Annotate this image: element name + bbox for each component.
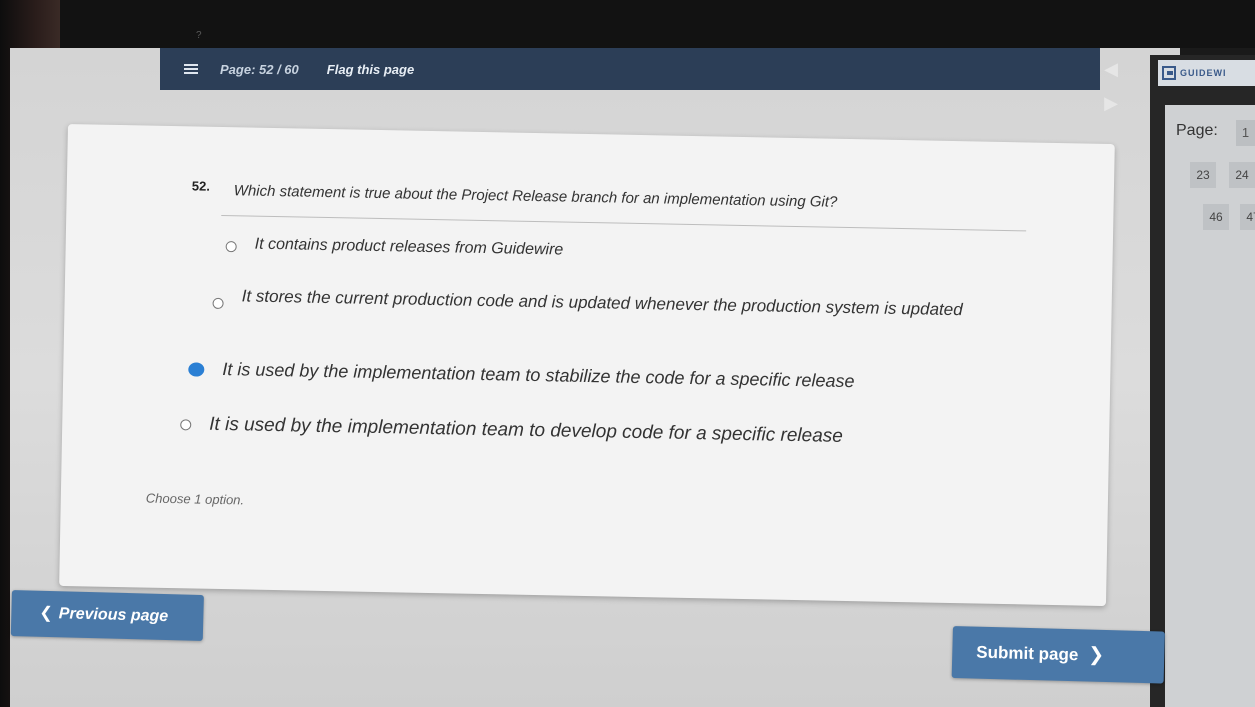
chevron-right-icon: ❯ — [1088, 644, 1105, 666]
option-label: It contains product releases from Guidew… — [254, 235, 564, 259]
submit-page-label: Submit page — [976, 642, 1079, 665]
answer-option[interactable]: It contains product releases from Guidew… — [225, 235, 1026, 268]
previous-page-button[interactable]: ❮ Previous page — [10, 590, 204, 642]
answer-option[interactable]: It is used by the implementation team to… — [180, 413, 1040, 452]
choose-hint: Choose 1 option. — [145, 490, 245, 508]
page-button[interactable]: 23 — [1190, 162, 1216, 188]
brand-logo: GUIDEWI — [1158, 60, 1255, 86]
flag-page-link[interactable]: Flag this page — [327, 62, 414, 77]
radio-button-selected[interactable] — [188, 362, 205, 377]
bezel-mark: ? — [196, 30, 202, 41]
question-number: 52. — [191, 178, 211, 194]
radio-button[interactable] — [225, 241, 237, 253]
option-label: It stores the current production code an… — [241, 286, 963, 320]
submit-page-button[interactable]: Submit page ❯ — [951, 626, 1165, 684]
page-indicator: Page: 52 / 60 — [220, 61, 299, 77]
navigator-page-input[interactable]: 1 — [1236, 120, 1255, 146]
page-button[interactable]: 46 — [1203, 204, 1229, 230]
radio-button[interactable] — [180, 419, 192, 431]
option-label: It is used by the implementation team to… — [209, 413, 844, 447]
collapse-sidebar-icon[interactable]: ◀ — [1100, 58, 1122, 80]
expand-sidebar-icon[interactable]: ▶ — [1100, 92, 1122, 114]
device-bezel-top — [0, 0, 1255, 48]
guidewire-logo-icon — [1162, 66, 1176, 80]
question-card: 52. Which statement is true about the Pr… — [59, 124, 1115, 607]
brand-name: GUIDEWI — [1180, 68, 1227, 78]
radio-button[interactable] — [212, 297, 224, 310]
answer-option[interactable]: It is used by the implementation team to… — [188, 358, 1048, 396]
chevron-left-icon: ❮ — [39, 604, 54, 623]
page-button[interactable]: 47 — [1240, 204, 1255, 230]
page-navigator-panel — [1165, 105, 1255, 707]
page-button[interactable]: 24 — [1229, 162, 1255, 188]
previous-page-label: Previous page — [58, 605, 169, 626]
answer-option[interactable]: It stores the current production code an… — [212, 282, 992, 325]
menu-icon[interactable] — [184, 63, 198, 75]
exam-topbar: Page: 52 / 60 Flag this page — [160, 48, 1100, 90]
navigator-page-label: Page: — [1176, 122, 1218, 139]
question-text: Which statement is true about the Projec… — [233, 182, 838, 211]
option-label: It is used by the implementation team to… — [222, 359, 855, 392]
